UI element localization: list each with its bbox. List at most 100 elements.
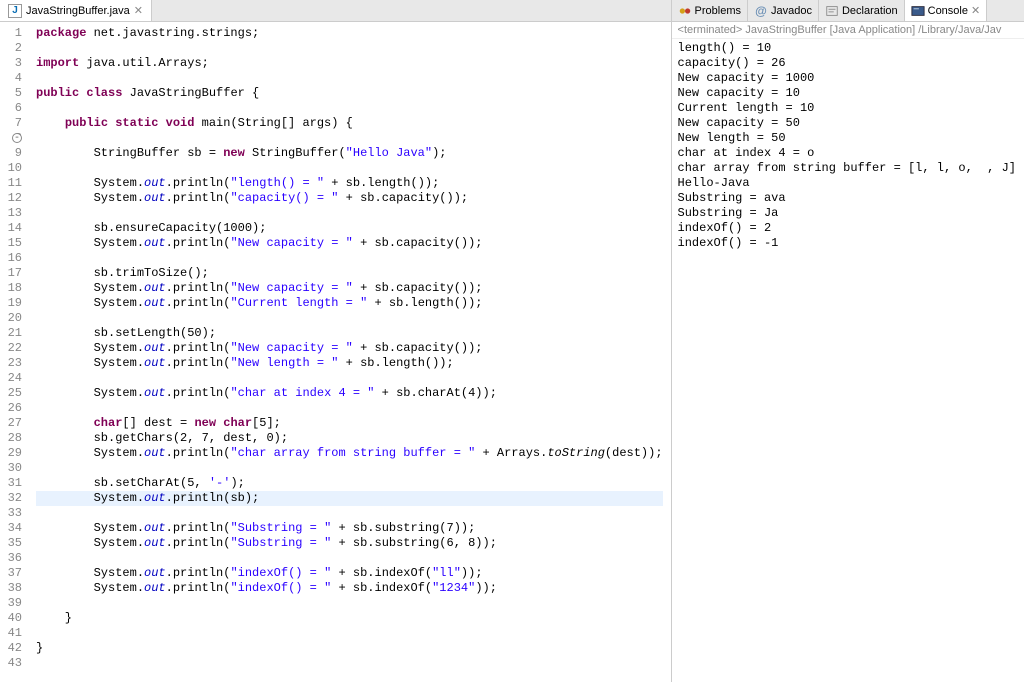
code-line[interactable]: public static void main(String[] args) {: [36, 116, 663, 131]
code-line[interactable]: }: [36, 641, 663, 656]
line-number: 21: [4, 326, 22, 341]
code-line[interactable]: [36, 461, 663, 476]
line-number: 1: [4, 26, 22, 41]
console-line: indexOf() = -1: [678, 236, 1018, 251]
code-line[interactable]: System.out.println("New capacity = " + s…: [36, 236, 663, 251]
tab-label: Problems: [695, 5, 741, 17]
code-line[interactable]: sb.setCharAt(5, '-');: [36, 476, 663, 491]
console-line: New capacity = 50: [678, 116, 1018, 131]
code-line[interactable]: package net.javastring.strings;: [36, 26, 663, 41]
tab-label: Declaration: [842, 5, 898, 17]
code-line[interactable]: [36, 311, 663, 326]
code-line[interactable]: System.out.println("New capacity = " + s…: [36, 341, 663, 356]
code-line[interactable]: System.out.println("char array from stri…: [36, 446, 663, 461]
console-line: New length = 50: [678, 131, 1018, 146]
code-line[interactable]: [36, 41, 663, 56]
line-number: 5: [4, 86, 22, 101]
line-number: 17: [4, 266, 22, 281]
code-line[interactable]: }: [36, 611, 663, 626]
line-number: 28: [4, 431, 22, 446]
code-line[interactable]: System.out.println("Substring = " + sb.s…: [36, 536, 663, 551]
line-number: 27: [4, 416, 22, 431]
console-header: <terminated> JavaStringBuffer [Java Appl…: [672, 22, 1024, 39]
declaration-icon: [825, 4, 839, 18]
code-line[interactable]: [36, 251, 663, 266]
line-number: 4: [4, 71, 22, 86]
line-number: 40: [4, 611, 22, 626]
line-number: 29: [4, 446, 22, 461]
tab-problems[interactable]: Problems: [672, 0, 748, 21]
line-number: 30: [4, 461, 22, 476]
code-line[interactable]: [36, 101, 663, 116]
line-number: 9: [4, 146, 22, 161]
editor-tab-active[interactable]: J JavaStringBuffer.java ✕: [0, 0, 152, 21]
code-editor[interactable]: 1234567891011121314151617181920212223242…: [0, 22, 671, 682]
console-line: Hello-Java: [678, 176, 1018, 191]
code-line[interactable]: System.out.println("capacity() = " + sb.…: [36, 191, 663, 206]
line-number: 25: [4, 386, 22, 401]
code-line[interactable]: [36, 371, 663, 386]
code-line[interactable]: char[] dest = new char[5];: [36, 416, 663, 431]
line-number: 31: [4, 476, 22, 491]
line-number: 43: [4, 656, 22, 671]
console-pane: Problems @Javadoc Declaration Console✕ <ter…: [672, 0, 1024, 682]
code-line[interactable]: [36, 401, 663, 416]
code-line[interactable]: [36, 551, 663, 566]
code-line[interactable]: System.out.println("New length = " + sb.…: [36, 356, 663, 371]
code-line[interactable]: import java.util.Arrays;: [36, 56, 663, 71]
code-line[interactable]: System.out.println("indexOf() = " + sb.i…: [36, 566, 663, 581]
line-number: 32: [4, 491, 22, 506]
code-line[interactable]: [36, 131, 663, 146]
line-number: 18: [4, 281, 22, 296]
code-content[interactable]: package net.javastring.strings; import ja…: [28, 22, 671, 682]
line-number: 23: [4, 356, 22, 371]
code-line[interactable]: public class JavaStringBuffer {: [36, 86, 663, 101]
close-icon[interactable]: ✕: [134, 4, 143, 17]
code-line[interactable]: System.out.println("char at index 4 = " …: [36, 386, 663, 401]
editor-tab-title: JavaStringBuffer.java: [26, 5, 130, 17]
code-line[interactable]: System.out.println(sb);: [36, 491, 663, 506]
code-line[interactable]: StringBuffer sb = new StringBuffer("Hell…: [36, 146, 663, 161]
tab-declaration[interactable]: Declaration: [819, 0, 905, 21]
console-line: length() = 10: [678, 41, 1018, 56]
code-line[interactable]: [36, 506, 663, 521]
console-line: Current length = 10: [678, 101, 1018, 116]
code-line[interactable]: sb.trimToSize();: [36, 266, 663, 281]
fold-marker-icon[interactable]: [12, 133, 22, 143]
code-line[interactable]: System.out.println("length() = " + sb.le…: [36, 176, 663, 191]
line-number: 7: [4, 116, 22, 131]
close-icon[interactable]: ✕: [971, 4, 980, 17]
code-line[interactable]: [36, 161, 663, 176]
line-number: 15: [4, 236, 22, 251]
line-number: 22: [4, 341, 22, 356]
tab-javadoc[interactable]: @Javadoc: [748, 0, 819, 21]
java-file-icon: J: [8, 4, 22, 18]
code-line[interactable]: System.out.println("Current length = " +…: [36, 296, 663, 311]
code-line[interactable]: [36, 626, 663, 641]
tab-console[interactable]: Console✕: [905, 0, 988, 21]
code-line[interactable]: [36, 71, 663, 86]
code-line[interactable]: [36, 656, 663, 671]
line-number: 10: [4, 161, 22, 176]
console-line: char at index 4 = o: [678, 146, 1018, 161]
code-line[interactable]: sb.getChars(2, 7, dest, 0);: [36, 431, 663, 446]
console-output[interactable]: length() = 10capacity() = 26 New capacity…: [672, 39, 1024, 682]
line-number: 38: [4, 581, 22, 596]
code-line[interactable]: System.out.println("New capacity = " + s…: [36, 281, 663, 296]
console-line: Substring = ava: [678, 191, 1018, 206]
console-line: char array from string buffer = [l, l, o…: [678, 161, 1018, 176]
code-line[interactable]: [36, 206, 663, 221]
line-number: 20: [4, 311, 22, 326]
code-line[interactable]: System.out.println("indexOf() = " + sb.i…: [36, 581, 663, 596]
code-line[interactable]: sb.setLength(50);: [36, 326, 663, 341]
console-line: capacity() = 26: [678, 56, 1018, 71]
line-number: 2: [4, 41, 22, 56]
console-line: New capacity = 10: [678, 86, 1018, 101]
code-line[interactable]: sb.ensureCapacity(1000);: [36, 221, 663, 236]
line-number: 33: [4, 506, 22, 521]
editor-tab-bar: J JavaStringBuffer.java ✕: [0, 0, 671, 22]
code-line[interactable]: System.out.println("Substring = " + sb.s…: [36, 521, 663, 536]
line-number: 26: [4, 401, 22, 416]
line-number: 35: [4, 536, 22, 551]
code-line[interactable]: [36, 596, 663, 611]
